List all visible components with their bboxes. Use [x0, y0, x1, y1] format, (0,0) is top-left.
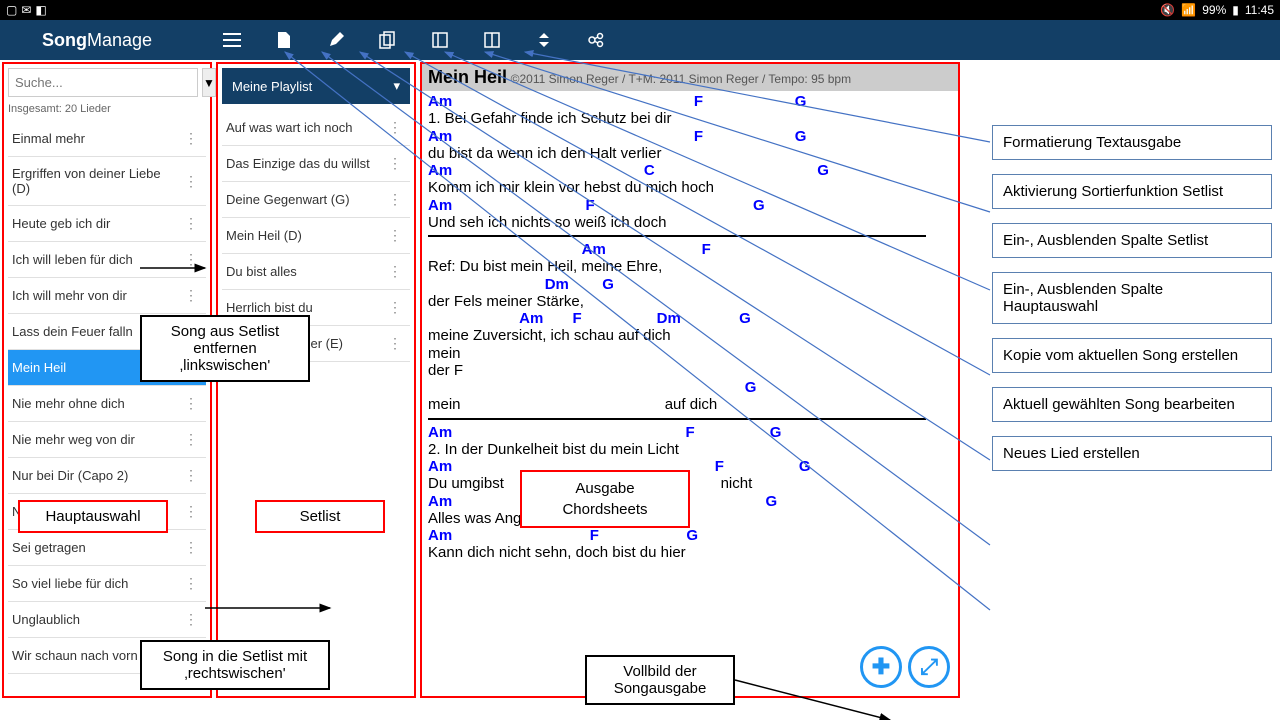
list-item[interactable]: Ergriffen von deiner Liebe (D)⋮ — [8, 157, 206, 206]
more-icon[interactable]: ⋮ — [180, 395, 202, 412]
song-meta: ©2011 Simon Reger / T+M: 2011 Simon Rege… — [511, 72, 851, 86]
app-header: SongManage — [0, 20, 1280, 60]
list-item[interactable]: Das Einzige das du willst⋮ — [222, 146, 410, 182]
more-icon[interactable]: ⋮ — [384, 227, 406, 244]
anno-chord: Ausgabe Chordsheets — [520, 470, 690, 528]
more-icon[interactable]: ⋮ — [180, 539, 202, 556]
clock: 11:45 — [1245, 3, 1274, 17]
list-item[interactable]: Mein Heil (D)⋮ — [222, 218, 410, 254]
more-icon[interactable]: ⋮ — [180, 431, 202, 448]
anno-right-column: Formatierung Textausgabe Aktivierung Sort… — [992, 125, 1272, 471]
more-icon[interactable]: ⋮ — [180, 215, 202, 232]
more-icon[interactable]: ⋮ — [180, 503, 202, 520]
song-header: Mein Heil ©2011 Simon Reger / T+M: 2011 … — [422, 64, 958, 91]
wifi-icon: 📶 — [1181, 3, 1196, 17]
playlist-name: Meine Playlist — [232, 79, 312, 94]
flip-icon: ◧ — [35, 3, 46, 17]
filter-button[interactable]: ▼ — [202, 68, 216, 97]
fullscreen-fab[interactable]: ⤢ — [908, 646, 950, 688]
mute-icon: 🔇 — [1160, 3, 1175, 17]
column-main-icon[interactable] — [430, 30, 450, 50]
sort-icon[interactable] — [534, 30, 554, 50]
anno-voll: Vollbild der Songausgabe — [585, 655, 735, 705]
anno-add: Song in die Setlist mit ‚rechtswischen' — [140, 640, 330, 690]
chordsheet: Am F G1. Bei Gefahr finde ich Schutz bei… — [422, 91, 958, 564]
anno-setlist: Setlist — [255, 500, 385, 533]
anno-box: Neues Lied erstellen — [992, 436, 1272, 471]
search-input[interactable] — [8, 68, 198, 97]
anno-haupt: Hauptauswahl — [18, 500, 168, 533]
more-icon[interactable]: ⋮ — [384, 335, 406, 352]
chordsheet-column: Mein Heil ©2011 Simon Reger / T+M: 2011 … — [420, 62, 960, 698]
status-bar: ▢ ✉ ◧ 🔇 📶 99% ▮ 11:45 — [0, 0, 1280, 20]
anno-remove: Song aus Setlist entfernen ‚linkswischen… — [140, 315, 310, 382]
song-title: Mein Heil — [428, 67, 507, 87]
copy-icon[interactable] — [378, 30, 398, 50]
anno-box: Ein-, Ausblenden Spalte Setlist — [992, 223, 1272, 258]
list-item[interactable]: Unglaublich⋮ — [8, 602, 206, 638]
anno-box: Ein-, Ausblenden Spalte Hauptauswahl — [992, 272, 1272, 324]
edit-icon[interactable] — [326, 30, 346, 50]
total-count: Insgesamt: 20 Lieder — [8, 101, 206, 121]
format-icon[interactable] — [586, 30, 606, 50]
battery-icon: ▮ — [1232, 3, 1239, 17]
battery-pct: 99% — [1202, 3, 1226, 17]
mail-icon: ✉ — [21, 3, 31, 17]
new-song-icon[interactable] — [274, 30, 294, 50]
chevron-down-icon: ▾ — [393, 78, 400, 94]
list-item[interactable]: Du bist alles⋮ — [222, 254, 410, 290]
list-item[interactable]: Heute geb ich dir⋮ — [8, 206, 206, 242]
anno-box: Kopie vom aktuellen Song erstellen — [992, 338, 1272, 373]
anno-box: Aktuell gewählten Song bearbeiten — [992, 387, 1272, 422]
playlist-selector[interactable]: Meine Playlist ▾ — [222, 68, 410, 104]
playlist-list: Auf was wart ich noch⋮Das Einzige das du… — [222, 110, 410, 692]
list-item[interactable]: Ich will leben für dich⋮ — [8, 242, 206, 278]
song-list: Einmal mehr⋮Ergriffen von deiner Liebe (… — [8, 121, 206, 692]
more-icon[interactable]: ⋮ — [180, 130, 202, 147]
column-setlist-icon[interactable] — [482, 30, 502, 50]
notif-icon: ▢ — [6, 3, 17, 17]
more-icon[interactable]: ⋮ — [180, 287, 202, 304]
list-item[interactable]: Ich will mehr von dir⋮ — [8, 278, 206, 314]
list-item[interactable]: So viel liebe für dich⋮ — [8, 566, 206, 602]
more-icon[interactable]: ⋮ — [384, 299, 406, 316]
more-icon[interactable]: ⋮ — [384, 119, 406, 136]
add-fab[interactable]: ✚ — [860, 646, 902, 688]
anno-box: Aktivierung Sortierfunktion Setlist — [992, 174, 1272, 209]
more-icon[interactable]: ⋮ — [180, 251, 202, 268]
more-icon[interactable]: ⋮ — [180, 611, 202, 628]
more-icon[interactable]: ⋮ — [180, 173, 202, 190]
menu-icon[interactable] — [222, 30, 242, 50]
list-item[interactable]: Einmal mehr⋮ — [8, 121, 206, 157]
more-icon[interactable]: ⋮ — [384, 263, 406, 280]
more-icon[interactable]: ⋮ — [384, 191, 406, 208]
app-title: SongManage — [42, 30, 152, 51]
list-item[interactable]: Sei getragen⋮ — [8, 530, 206, 566]
list-item[interactable]: Nie mehr ohne dich⋮ — [8, 386, 206, 422]
list-item[interactable]: Nie mehr weg von dir⋮ — [8, 422, 206, 458]
list-item[interactable]: Auf was wart ich noch⋮ — [222, 110, 410, 146]
more-icon[interactable]: ⋮ — [384, 155, 406, 172]
anno-box: Formatierung Textausgabe — [992, 125, 1272, 160]
more-icon[interactable]: ⋮ — [180, 575, 202, 592]
toolbar — [222, 30, 606, 50]
list-item[interactable]: Nur bei Dir (Capo 2)⋮ — [8, 458, 206, 494]
list-item[interactable]: Deine Gegenwart (G)⋮ — [222, 182, 410, 218]
more-icon[interactable]: ⋮ — [180, 467, 202, 484]
